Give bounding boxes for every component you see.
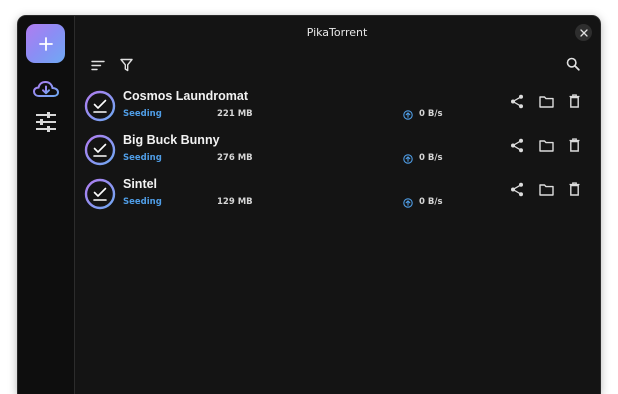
app-window: PikaTorrent Cosmos Laundromat Seeding 22… bbox=[18, 16, 600, 394]
window-title: PikaTorrent bbox=[306, 26, 368, 39]
sort-button[interactable] bbox=[90, 58, 106, 72]
torrent-speed: 0 B/s bbox=[419, 197, 443, 207]
trash-icon bbox=[569, 94, 579, 108]
torrent-name: Sintel bbox=[123, 177, 158, 191]
add-torrent-button[interactable] bbox=[26, 24, 65, 63]
open-folder-button[interactable] bbox=[537, 93, 555, 109]
sidebar bbox=[18, 16, 75, 394]
plus-icon bbox=[38, 36, 53, 51]
torrent-size: 221 MB bbox=[217, 109, 253, 119]
sort-icon bbox=[91, 60, 105, 70]
folder-icon bbox=[538, 183, 554, 196]
torrent-row[interactable]: Big Buck Bunny Seeding 276 MB 0 B/s bbox=[74, 132, 600, 174]
torrent-speed: 0 B/s bbox=[419, 153, 443, 163]
open-folder-button[interactable] bbox=[537, 137, 555, 153]
delete-button[interactable] bbox=[567, 137, 581, 153]
trash-icon bbox=[569, 182, 579, 196]
share-icon bbox=[511, 94, 523, 108]
seeding-status-icon bbox=[84, 90, 116, 122]
upload-speed-icon bbox=[403, 110, 413, 120]
torrent-size: 129 MB bbox=[217, 197, 253, 207]
sidebar-item-settings[interactable] bbox=[34, 111, 58, 133]
share-button[interactable] bbox=[509, 181, 525, 197]
delete-button[interactable] bbox=[567, 181, 581, 197]
sidebar-item-downloads[interactable] bbox=[31, 78, 61, 100]
filter-button[interactable] bbox=[118, 57, 134, 73]
torrent-row[interactable]: Cosmos Laundromat Seeding 221 MB 0 B/s bbox=[74, 88, 600, 130]
torrent-name: Big Buck Bunny bbox=[123, 133, 220, 147]
main-content: PikaTorrent Cosmos Laundromat Seeding 22… bbox=[74, 16, 600, 394]
close-icon bbox=[579, 28, 588, 37]
upload-speed-icon bbox=[403, 154, 413, 164]
share-button[interactable] bbox=[509, 137, 525, 153]
search-button[interactable] bbox=[565, 56, 581, 72]
torrent-size: 276 MB bbox=[217, 153, 253, 163]
cloud-download-icon bbox=[32, 80, 60, 97]
seeding-status-icon bbox=[84, 178, 116, 210]
share-button[interactable] bbox=[509, 93, 525, 109]
upload-speed-icon bbox=[403, 198, 413, 208]
torrent-status: Seeding bbox=[123, 197, 162, 207]
seeding-status-icon bbox=[84, 134, 116, 166]
torrent-row[interactable]: Sintel Seeding 129 MB 0 B/s bbox=[74, 176, 600, 218]
search-icon bbox=[566, 57, 580, 71]
torrent-status: Seeding bbox=[123, 153, 162, 163]
share-icon bbox=[511, 182, 523, 196]
delete-button[interactable] bbox=[567, 93, 581, 109]
folder-icon bbox=[538, 139, 554, 152]
trash-icon bbox=[569, 138, 579, 152]
torrent-name: Cosmos Laundromat bbox=[123, 89, 249, 103]
torrent-speed: 0 B/s bbox=[419, 109, 443, 119]
open-folder-button[interactable] bbox=[537, 181, 555, 197]
torrent-status: Seeding bbox=[123, 109, 162, 119]
sliders-icon bbox=[36, 112, 56, 132]
folder-icon bbox=[538, 95, 554, 108]
filter-icon bbox=[119, 58, 133, 72]
share-icon bbox=[511, 138, 523, 152]
close-button[interactable] bbox=[575, 24, 592, 41]
